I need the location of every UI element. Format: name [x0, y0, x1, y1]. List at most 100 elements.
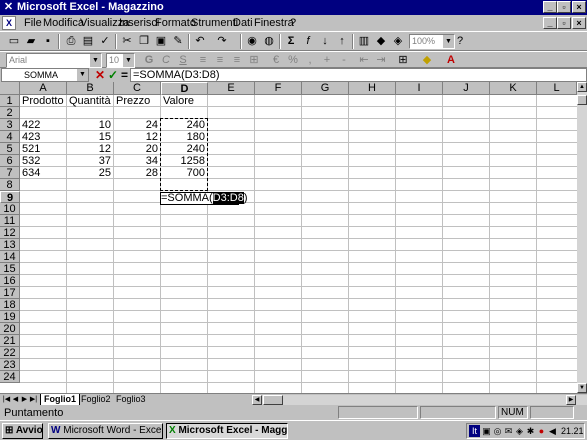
chevron-down-icon[interactable]: ▼ [90, 54, 101, 67]
row-header[interactable]: 21 [0, 335, 20, 347]
cell-b6[interactable]: 37 [67, 155, 111, 167]
cell-a7[interactable]: 634 [22, 167, 66, 179]
last-sheet-icon[interactable]: ▶| [29, 395, 38, 405]
fill-color-icon[interactable]: ◆ [419, 53, 435, 68]
bold-icon[interactable]: G [141, 53, 157, 68]
decrease-indent-icon[interactable]: ⇤ [356, 53, 372, 68]
italic-icon[interactable]: C [158, 53, 174, 68]
cell-b3[interactable]: 10 [67, 119, 111, 131]
function-wizard-icon[interactable]: f [300, 34, 316, 49]
row-header[interactable]: 12 [0, 227, 20, 239]
sort-ascending-icon[interactable]: ↓ [317, 34, 333, 49]
merge-center-icon[interactable]: ⊞ [246, 53, 262, 68]
office-assistant-icon[interactable]: ? [452, 34, 468, 49]
column-header-i[interactable]: I [396, 82, 443, 95]
cell-a1[interactable]: Prodotto [22, 95, 66, 107]
hyperlink-icon[interactable]: ◉ [244, 34, 260, 49]
web-toolbar-icon[interactable]: ◍ [261, 34, 277, 49]
column-header-l[interactable]: L [537, 82, 577, 95]
taskbar-excel-button[interactable]: X Microsoft Excel - Magg... [166, 423, 288, 439]
drawing-icon[interactable]: ◈ [390, 34, 406, 49]
row-header[interactable]: 16 [0, 275, 20, 287]
row-header[interactable]: 1 [0, 95, 20, 107]
volume-icon[interactable]: ◀ [547, 425, 558, 437]
menu-formato[interactable]: Formato [155, 15, 196, 31]
menu-strumenti[interactable]: Strumenti [191, 15, 238, 31]
chevron-down-icon[interactable]: ▼ [77, 69, 88, 81]
redo-icon[interactable]: ↷ [214, 34, 230, 49]
cell-c3[interactable]: 24 [114, 119, 158, 131]
doc-close-button[interactable]: × [572, 17, 586, 29]
next-sheet-icon[interactable]: ▶ [20, 395, 29, 405]
vertical-scrollbar[interactable]: ▲ ▼ [577, 82, 587, 393]
cell-c5[interactable]: 20 [114, 143, 158, 155]
row-header[interactable]: 8 [0, 179, 20, 191]
maximize-button[interactable]: ▫ [557, 1, 571, 13]
copy-icon[interactable]: ❐ [136, 34, 152, 49]
column-header-h[interactable]: H [349, 82, 396, 95]
row-header[interactable]: 2 [0, 107, 20, 119]
format-painter-icon[interactable]: ✎ [170, 34, 186, 49]
column-header-b[interactable]: B [67, 82, 114, 95]
row-header[interactable]: 13 [0, 239, 20, 251]
cell-c6[interactable]: 34 [114, 155, 158, 167]
minimize-button[interactable]: _ [543, 1, 557, 13]
cut-icon[interactable]: ✂ [119, 34, 135, 49]
cell-d9-editor[interactable]: =SOMMA(D3:D8) [160, 192, 248, 205]
edit-formula-button[interactable]: = [121, 68, 128, 82]
zoom-combo[interactable]: 100% ▼ [409, 34, 455, 49]
column-header-d[interactable]: D [161, 82, 208, 95]
row-header[interactable]: 19 [0, 311, 20, 323]
row-header[interactable]: 10 [0, 203, 20, 215]
cell-c7[interactable]: 28 [114, 167, 158, 179]
print-icon[interactable]: ⎙ [63, 34, 79, 49]
workbook-icon[interactable]: X [2, 16, 16, 30]
scroll-down-icon[interactable]: ▼ [577, 383, 587, 393]
sheet-tab-foglio3[interactable]: Foglio3 [113, 394, 149, 405]
new-icon[interactable]: ▭ [6, 34, 22, 49]
comma-style-icon[interactable]: , [302, 53, 318, 68]
scroll-left-icon[interactable]: ◀ [252, 395, 262, 405]
increase-indent-icon[interactable]: ⇥ [373, 53, 389, 68]
align-left-icon[interactable]: ≡ [195, 53, 211, 68]
cell-b1[interactable]: Quantità [69, 95, 113, 107]
scroll-right-icon[interactable]: ▶ [566, 395, 576, 405]
menu-help[interactable]: ? [290, 15, 296, 31]
menu-dati[interactable]: Dati [233, 15, 253, 31]
cancel-formula-button[interactable]: ✕ [95, 68, 105, 82]
worksheet-grid[interactable]: A B C D E F G H I J K L 1 2 3 4 5 6 7 8 … [0, 82, 577, 393]
open-icon[interactable]: ▰ [23, 34, 39, 49]
cell-c4[interactable]: 12 [114, 131, 158, 143]
row-header[interactable]: 17 [0, 287, 20, 299]
currency-icon[interactable]: € [268, 53, 284, 68]
start-button[interactable]: ⊞ Avvio [2, 423, 43, 439]
map-icon[interactable]: ◆ [373, 34, 389, 49]
menu-finestra[interactable]: Finestra [254, 15, 294, 31]
paste-icon[interactable]: ▣ [153, 34, 169, 49]
mail-icon[interactable]: ✉ [503, 425, 514, 437]
formula-input[interactable]: =SOMMA(D3:D8) [130, 68, 587, 82]
undo-icon[interactable]: ↶ [192, 34, 208, 49]
cell-d1[interactable]: Valore [163, 95, 207, 107]
cell-a6[interactable]: 532 [22, 155, 66, 167]
security-icon[interactable]: ◎ [492, 425, 503, 437]
horizontal-scrollbar[interactable]: ◀ ▶ [252, 395, 587, 405]
decrease-decimal-icon[interactable]: - [336, 53, 352, 68]
autosum-icon[interactable]: Σ [283, 34, 299, 49]
row-header[interactable]: 11 [0, 215, 20, 227]
row-header[interactable]: 18 [0, 299, 20, 311]
row-header[interactable]: 9 [0, 191, 20, 204]
cell-a5[interactable]: 521 [22, 143, 66, 155]
menu-modifica[interactable]: Modifica [43, 15, 84, 31]
doc-minimize-button[interactable]: _ [543, 17, 557, 29]
shield-icon[interactable]: ◈ [514, 425, 525, 437]
row-header[interactable]: 7 [0, 167, 20, 179]
row-header[interactable]: 5 [0, 143, 20, 155]
font-name-combo[interactable]: Arial ▼ [6, 53, 102, 68]
spelling-icon[interactable]: ✓ [97, 34, 113, 49]
row-header[interactable]: 23 [0, 359, 20, 371]
row-header[interactable]: 24 [0, 371, 20, 383]
column-header-g[interactable]: G [302, 82, 349, 95]
language-indicator-icon[interactable]: It [469, 425, 480, 437]
cell-a4[interactable]: 423 [22, 131, 66, 143]
